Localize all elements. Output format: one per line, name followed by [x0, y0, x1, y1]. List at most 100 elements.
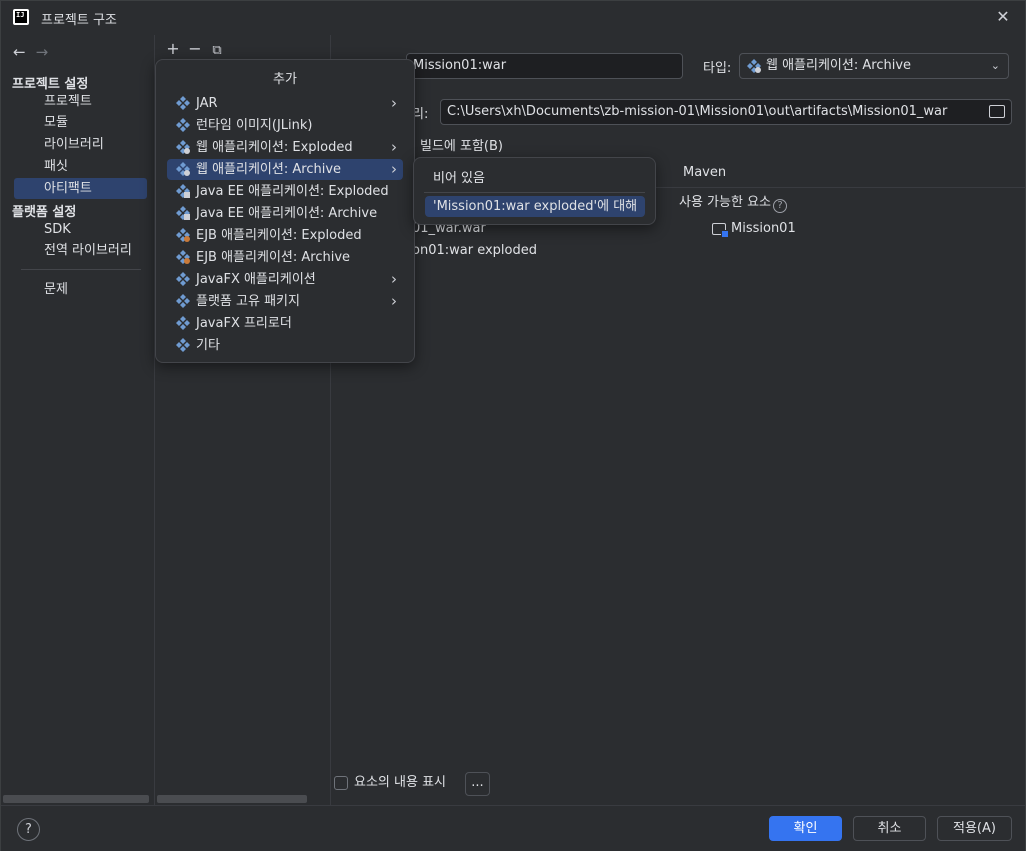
menu-item-web-app-exploded[interactable]: 웹 애플리케이션: Exploded ›: [167, 137, 403, 158]
artifact-type-icon: [176, 184, 190, 198]
title-bar: IJ 프로젝트 구조 ✕: [1, 1, 1025, 35]
artifact-toolbar: + − ⧉: [162, 39, 228, 58]
submenu-empty[interactable]: 비어 있음: [433, 167, 485, 186]
tree-item-exploded[interactable]: on01:war exploded: [412, 243, 537, 258]
artifact-detail-panel: Mission01:war 타입: 웹 애플리케이션: Archive ⌄ 리:…: [332, 35, 1025, 805]
artifact-type-icon: [176, 272, 190, 286]
available-module-item[interactable]: Mission01: [712, 221, 796, 238]
menu-item-label: 웹 애플리케이션: Exploded: [196, 140, 353, 155]
menu-item-label: JavaFX 프리로더: [196, 316, 292, 331]
sidebar-item-artifacts[interactable]: 아티팩트: [14, 178, 147, 199]
menu-item-label: Java EE 애플리케이션: Archive: [196, 206, 378, 221]
add-icon[interactable]: +: [162, 39, 184, 58]
sidebar-item-modules[interactable]: 모듈: [14, 112, 147, 133]
menu-item-jlink-runtime-image[interactable]: 런타임 이미지(JLink): [167, 115, 403, 136]
sidebar-item-libraries[interactable]: 라이브러리: [14, 134, 147, 155]
tab-maven[interactable]: Maven: [683, 165, 726, 180]
menu-item-jar[interactable]: JAR ›: [167, 93, 403, 114]
menu-item-javaee-app-archive[interactable]: Java EE 애플리케이션: Archive: [167, 203, 403, 224]
menu-item-javafx-preloader[interactable]: JavaFX 프리로더: [167, 313, 403, 334]
sidebar-item-problems[interactable]: 문제: [14, 279, 147, 300]
folder-browse-icon[interactable]: [989, 105, 1005, 118]
artifact-list-scrollbar[interactable]: [157, 795, 307, 803]
sidebar-item-global-libraries[interactable]: 전역 라이브러리: [14, 240, 147, 261]
artifact-type-value: 웹 애플리케이션: Archive: [766, 58, 912, 73]
show-contents-checkbox[interactable]: 요소의 내용 표시: [334, 775, 446, 791]
menu-item-label: JavaFX 애플리케이션: [196, 272, 316, 287]
menu-item-label: 플랫폼 고유 패키지: [196, 294, 300, 309]
artifact-type-select[interactable]: 웹 애플리케이션: Archive ⌄: [739, 53, 1009, 79]
settings-sidebar: ← → 프로젝트 설정 프로젝트 모듈 라이브러리 패싯 아티팩트 플랫폼 설정 …: [1, 35, 155, 805]
include-in-build-label[interactable]: 빌드에 포함(B): [420, 135, 503, 154]
add-artifact-popup: 추가 JAR › 런타임 이미지(JLink) 웹 애플리케이션: Exploded ›…: [155, 59, 415, 363]
popup-title: 추가: [273, 72, 297, 87]
submenu-item-from-exploded[interactable]: 'Mission01:war exploded'에 대해: [425, 196, 645, 217]
project-structure-dialog: IJ 프로젝트 구조 ✕ ← → 프로젝트 설정 프로젝트 모듈 라이브러리 패싯…: [0, 0, 1026, 851]
sidebar-item-facets[interactable]: 패싯: [14, 156, 147, 177]
artifact-name-input[interactable]: Mission01:war: [406, 53, 683, 79]
available-elements-label: 사용 가능한 요소?: [679, 191, 787, 213]
ok-button[interactable]: 확인: [769, 816, 842, 841]
menu-item-label: 웹 애플리케이션: Archive: [196, 162, 342, 177]
submenu-divider: [424, 192, 645, 193]
show-contents-label: 요소의 내용 표시: [354, 775, 446, 790]
menu-item-label: 런타임 이미지(JLink): [196, 118, 313, 133]
available-elements-text: 사용 가능한 요소: [679, 195, 771, 210]
sidebar-item-project[interactable]: 프로젝트: [14, 91, 147, 112]
close-icon[interactable]: ✕: [995, 9, 1011, 25]
artifact-type-icon: [176, 316, 190, 330]
section-platform-settings: 플랫폼 설정: [12, 205, 77, 220]
remove-icon[interactable]: −: [184, 39, 206, 58]
artifact-type-icon: [176, 294, 190, 308]
copy-icon[interactable]: ⧉: [206, 43, 228, 58]
artifact-type-icon: [176, 250, 190, 264]
menu-item-ejb-app-archive[interactable]: EJB 애플리케이션: Archive: [167, 247, 403, 268]
menu-item-label: 기타: [196, 338, 220, 353]
artifact-type-icon: [176, 96, 190, 110]
module-folder-icon: [712, 223, 729, 238]
chevron-right-icon: ›: [391, 292, 397, 310]
menu-item-javafx-app[interactable]: JavaFX 애플리케이션 ›: [167, 269, 403, 290]
checkbox-box[interactable]: [334, 776, 348, 790]
more-options-button[interactable]: ...: [465, 772, 490, 796]
help-icon[interactable]: ?: [773, 199, 787, 213]
artifact-type-icon: [176, 162, 190, 176]
module-name: Mission01: [731, 221, 796, 236]
sidebar-horizontal-scrollbar[interactable]: [3, 795, 149, 803]
menu-item-label: Java EE 애플리케이션: Exploded: [196, 184, 389, 199]
artifact-type-icon: [176, 228, 190, 242]
type-label: 타입:: [703, 61, 732, 76]
section-project-settings: 프로젝트 설정: [12, 77, 89, 92]
sidebar-divider: [21, 269, 141, 270]
artifact-type-icon: [176, 140, 190, 154]
menu-item-javaee-app-exploded[interactable]: Java EE 애플리케이션: Exploded: [167, 181, 403, 202]
menu-item-other[interactable]: 기타: [167, 335, 403, 356]
output-directory-value: C:\Users\xh\Documents\zb-mission-01\Miss…: [447, 104, 948, 119]
dialog-button-bar: ? 확인 취소 적용(A): [1, 805, 1025, 851]
menu-item-ejb-app-exploded[interactable]: EJB 애플리케이션: Exploded: [167, 225, 403, 246]
forward-arrow-icon[interactable]: →: [36, 43, 49, 61]
sidebar-item-sdk[interactable]: SDK: [14, 219, 147, 240]
web-app-icon: [747, 59, 761, 73]
artifact-type-icon: [176, 118, 190, 132]
menu-item-label: JAR: [196, 96, 218, 111]
intellij-logo-icon: IJ: [13, 9, 29, 25]
menu-item-web-app-archive[interactable]: 웹 애플리케이션: Archive ›: [167, 159, 403, 180]
apply-button[interactable]: 적용(A): [937, 816, 1012, 841]
help-button[interactable]: ?: [17, 818, 40, 841]
window-title: 프로젝트 구조: [41, 13, 117, 28]
chevron-right-icon: ›: [391, 160, 397, 178]
menu-item-platform-package[interactable]: 플랫폼 고유 패키지 ›: [167, 291, 403, 312]
artifact-type-icon: [176, 338, 190, 352]
back-arrow-icon[interactable]: ←: [13, 43, 26, 61]
output-directory-input[interactable]: C:\Users\xh\Documents\zb-mission-01\Miss…: [440, 99, 1012, 125]
nav-history: ← →: [13, 43, 48, 61]
chevron-right-icon: ›: [391, 270, 397, 288]
menu-item-label: EJB 애플리케이션: Archive: [196, 250, 351, 265]
chevron-right-icon: ›: [391, 138, 397, 156]
chevron-down-icon: ⌄: [990, 59, 1000, 72]
cancel-button[interactable]: 취소: [853, 816, 926, 841]
menu-item-label: EJB 애플리케이션: Exploded: [196, 228, 362, 243]
artifact-type-icon: [176, 206, 190, 220]
chevron-right-icon: ›: [391, 94, 397, 112]
